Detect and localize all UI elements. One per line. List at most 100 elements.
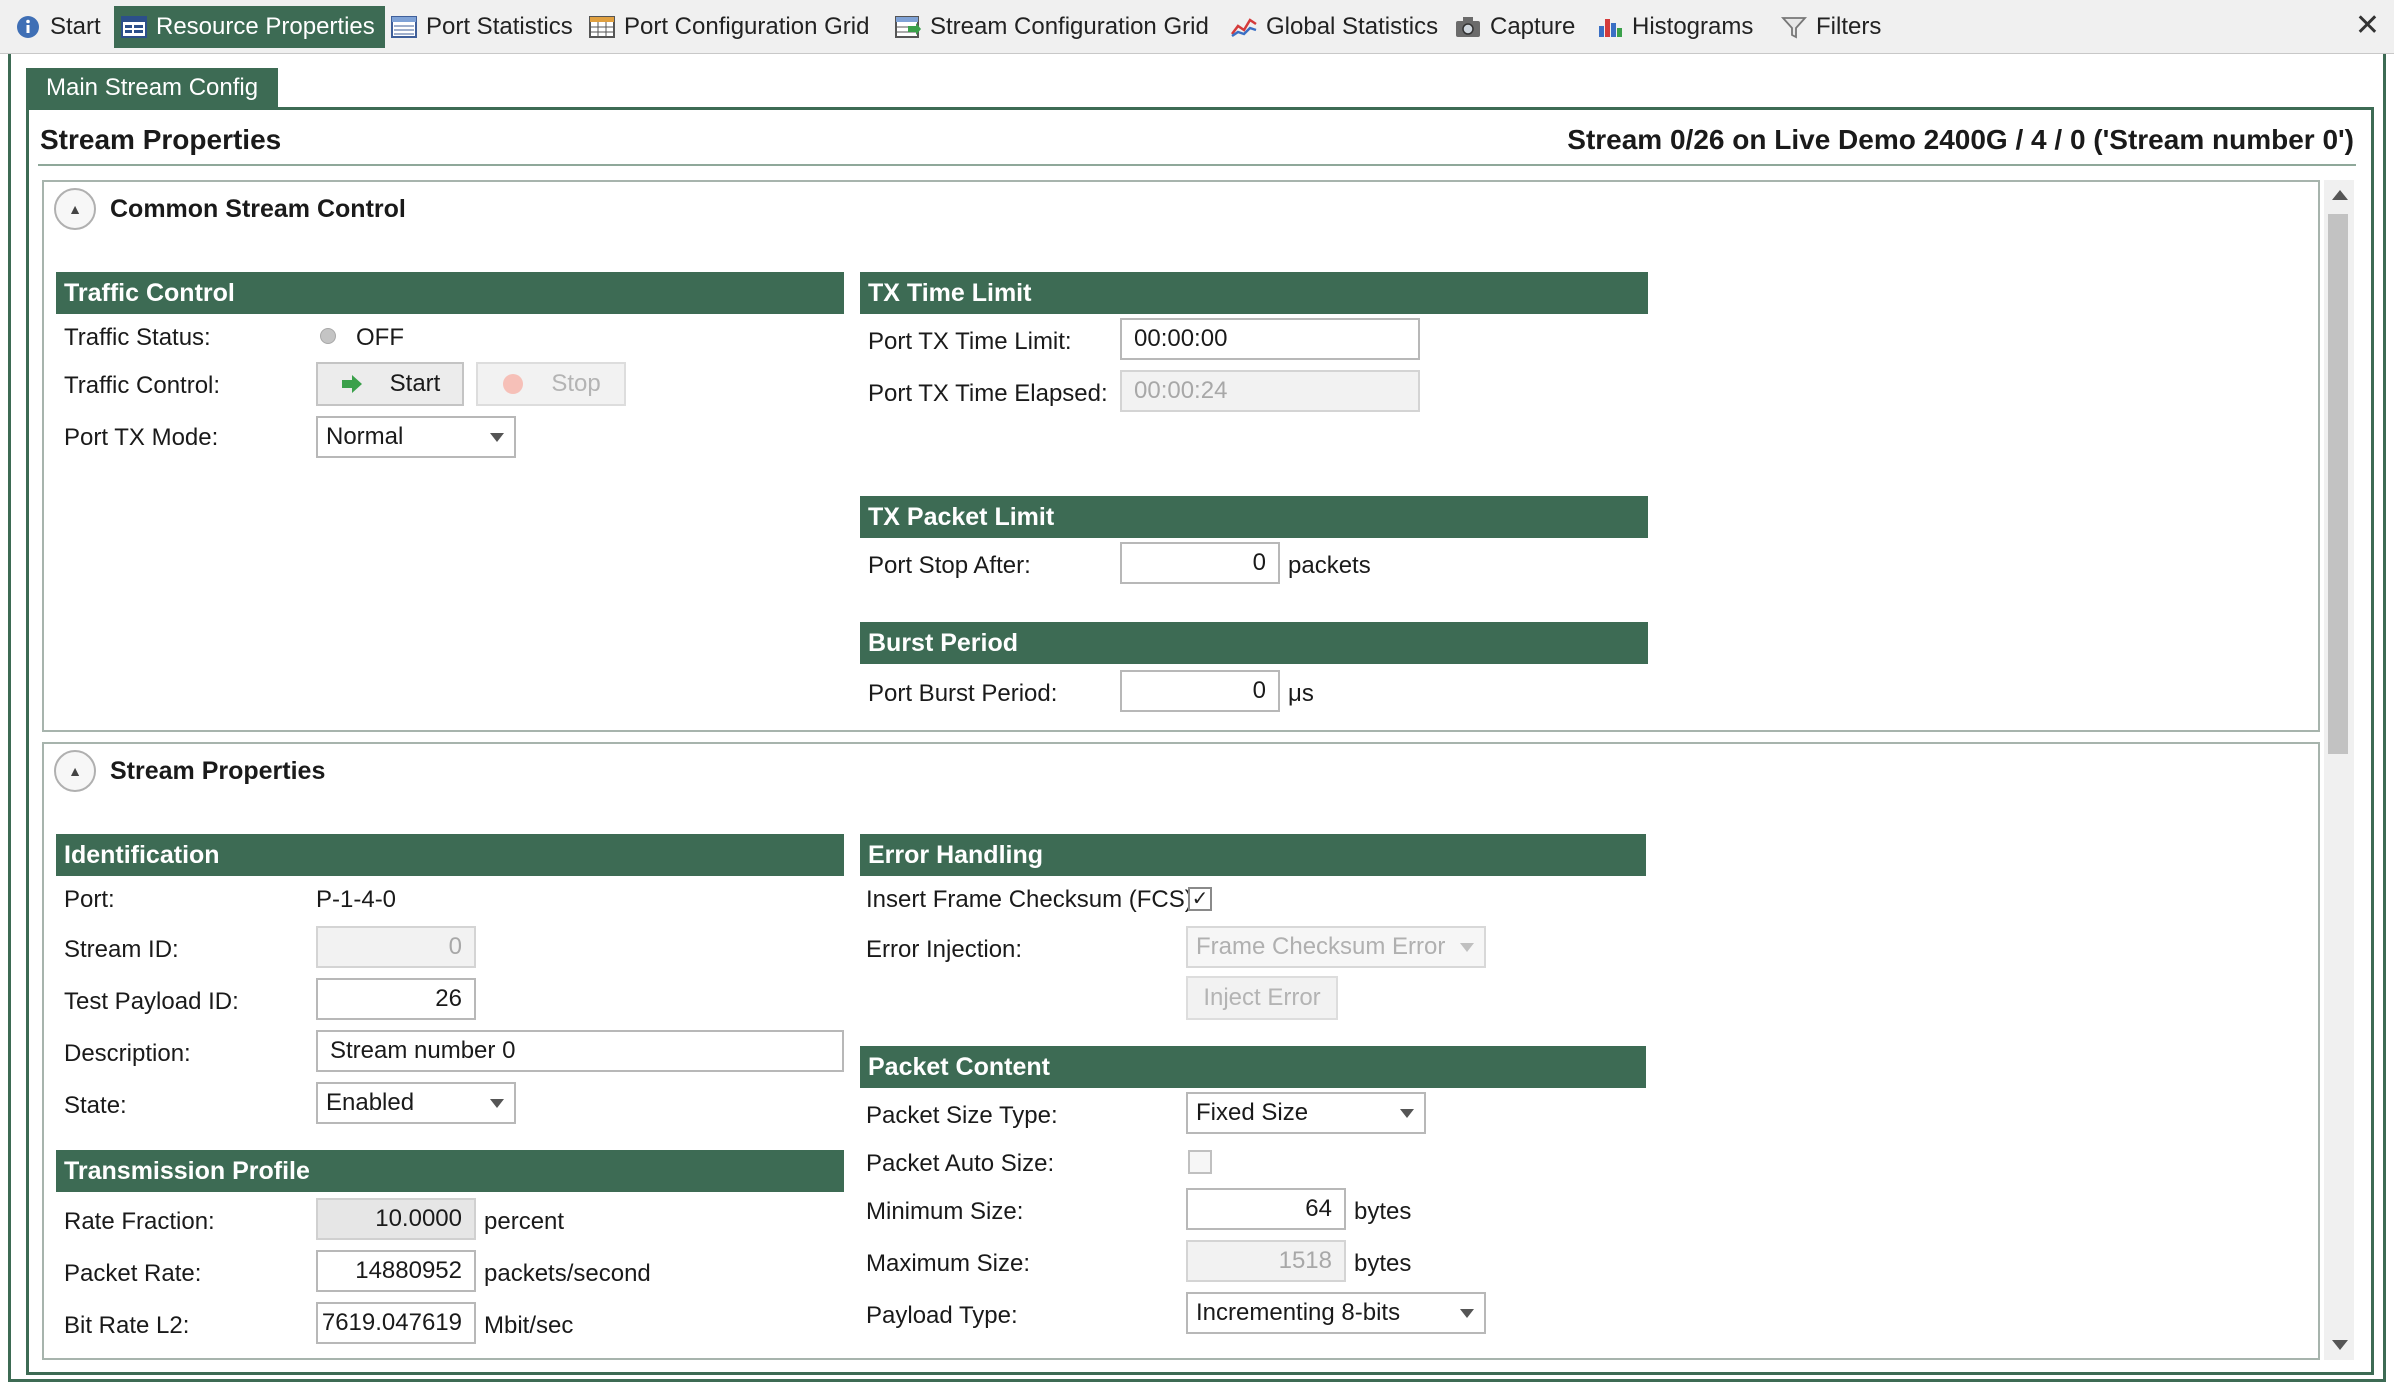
packet-rate-input[interactable]: 14880952	[316, 1250, 476, 1292]
vertical-scrollbar[interactable]	[2324, 180, 2354, 1360]
tab-resource-properties[interactable]: Resource Properties	[114, 6, 385, 48]
properties-icon	[120, 14, 148, 40]
packets-unit: packets	[1288, 552, 1371, 579]
chevron-down-icon	[1460, 943, 1474, 952]
traffic-status-value: OFF	[356, 324, 404, 351]
packet-auto-size-checkbox[interactable]	[1188, 1150, 1212, 1174]
bar-chart-icon	[1596, 14, 1624, 40]
insert-fcs-label: Insert Frame Checksum (FCS):	[866, 886, 1200, 913]
stop-button-label: Stop	[551, 370, 601, 397]
common-stream-control-header: ▲ Common Stream Control	[54, 188, 406, 230]
bit-rate-l2-input[interactable]: 7619.047619	[316, 1302, 476, 1344]
tab-capture[interactable]: Capture	[1448, 6, 1585, 48]
state-select[interactable]: Enabled	[316, 1082, 516, 1124]
packet-size-type-select[interactable]: Fixed Size	[1186, 1092, 1426, 1134]
description-label: Description:	[64, 1040, 191, 1067]
stop-circle-icon	[503, 374, 524, 394]
port-stop-after-input[interactable]: 0	[1120, 542, 1280, 584]
percent-unit: percent	[484, 1208, 565, 1235]
payload-type-label: Payload Type:	[866, 1302, 1018, 1329]
main-tab-bar: Start Resource Properties Port Statistic…	[0, 0, 2394, 54]
tab-main-stream-config[interactable]: Main Stream Config	[26, 68, 279, 108]
maximum-size-label: Maximum Size:	[866, 1250, 1031, 1277]
stop-button[interactable]: Stop	[476, 362, 626, 406]
bytes-unit: bytes	[1354, 1198, 1412, 1225]
play-arrow-icon	[341, 375, 362, 393]
status-indicator-icon	[320, 328, 336, 344]
stream-id-label: Stream ID:	[64, 936, 179, 963]
test-payload-id-label: Test Payload ID:	[64, 988, 239, 1015]
tab-histograms[interactable]: Histograms	[1590, 6, 1763, 48]
port-burst-period-input[interactable]: 0	[1120, 670, 1280, 712]
scroll-up-icon[interactable]	[2332, 190, 2348, 200]
stream-properties-title: Stream Properties	[110, 756, 326, 785]
tab-port-statistics-label: Port Statistics	[426, 13, 573, 40]
tab-start-label: Start	[50, 13, 101, 40]
tab-histograms-label: Histograms	[1632, 13, 1754, 40]
collapse-up-icon[interactable]: ▲	[54, 188, 96, 230]
tab-port-configuration-grid-label: Port Configuration Grid	[624, 13, 870, 40]
camera-icon	[1454, 14, 1482, 40]
tx-packet-limit-header: TX Packet Limit	[860, 496, 1648, 538]
scroll-down-icon[interactable]	[2332, 1340, 2348, 1350]
traffic-control-label: Traffic Control:	[64, 372, 221, 399]
rate-fraction-label: Rate Fraction:	[64, 1208, 215, 1235]
port-stop-after-label: Port Stop After:	[868, 552, 1031, 579]
tab-resource-properties-label: Resource Properties	[156, 13, 375, 40]
payload-type-select[interactable]: Incrementing 8-bits	[1186, 1292, 1486, 1334]
packet-size-type-value: Fixed Size	[1196, 1099, 1309, 1126]
test-payload-id-input[interactable]: 26	[316, 978, 476, 1020]
inject-error-button[interactable]: Inject Error	[1186, 976, 1338, 1020]
stream-identifier: Stream 0/26 on Live Demo 2400G / 4 / 0 (…	[1567, 124, 2354, 155]
error-injection-select[interactable]: Frame Checksum Error	[1186, 926, 1486, 968]
traffic-status-label: Traffic Status:	[64, 324, 211, 351]
tab-filters[interactable]: Filters	[1774, 6, 1891, 48]
minimum-size-label: Minimum Size:	[866, 1198, 1024, 1225]
port-value: P-1-4-0	[316, 886, 397, 913]
start-button-label: Start	[389, 370, 441, 397]
close-icon[interactable]: ✕	[2355, 8, 2380, 43]
table-icon	[390, 14, 418, 40]
grid-arrow-icon	[894, 14, 922, 40]
collapse-up-icon[interactable]: ▲	[54, 750, 96, 792]
port-burst-period-label: Port Burst Period:	[868, 680, 1058, 707]
stream-id-field: 0	[316, 926, 476, 968]
port-tx-mode-select[interactable]: Normal	[316, 416, 516, 458]
start-button[interactable]: Start	[316, 362, 464, 406]
tab-stream-configuration-grid-label: Stream Configuration Grid	[930, 13, 1209, 40]
packet-size-type-label: Packet Size Type:	[866, 1102, 1058, 1129]
description-input[interactable]: Stream number 0	[316, 1030, 844, 1072]
funnel-icon	[1780, 14, 1808, 40]
info-icon	[14, 14, 42, 40]
tab-port-statistics[interactable]: Port Statistics	[384, 6, 583, 48]
port-tx-mode-label: Port TX Mode:	[64, 424, 219, 451]
tab-global-statistics[interactable]: Global Statistics	[1224, 6, 1448, 48]
common-stream-control-title: Common Stream Control	[110, 194, 406, 223]
page-title: Stream Properties	[40, 124, 282, 155]
packets-per-second-unit: packets/second	[484, 1260, 651, 1287]
state-value: Enabled	[326, 1089, 415, 1116]
tab-capture-label: Capture	[1490, 13, 1576, 40]
burst-period-header: Burst Period	[860, 622, 1648, 664]
tx-time-limit-header: TX Time Limit	[860, 272, 1648, 314]
error-injection-value: Frame Checksum Error	[1196, 933, 1446, 960]
check-mark-icon: ✓	[1191, 888, 1209, 910]
scrollbar-thumb[interactable]	[2328, 214, 2348, 754]
tab-start[interactable]: Start	[8, 6, 111, 48]
insert-fcs-checkbox[interactable]: ✓	[1188, 887, 1212, 911]
maximum-size-field: 1518	[1186, 1240, 1346, 1282]
transmission-profile-header: Transmission Profile	[56, 1150, 844, 1192]
bytes-unit: bytes	[1354, 1250, 1412, 1277]
port-tx-time-limit-input[interactable]: 00:00:00	[1120, 318, 1420, 360]
tab-port-configuration-grid[interactable]: Port Configuration Grid	[582, 6, 879, 48]
tab-stream-configuration-grid[interactable]: Stream Configuration Grid	[888, 6, 1219, 48]
packet-content-header: Packet Content	[860, 1046, 1646, 1088]
rate-fraction-input[interactable]: 10.0000	[316, 1198, 476, 1240]
packet-auto-size-label: Packet Auto Size:	[866, 1150, 1055, 1177]
bit-rate-l2-label: Bit Rate L2:	[64, 1312, 190, 1339]
chevron-down-icon	[490, 1099, 504, 1108]
chevron-down-icon	[490, 433, 504, 442]
minimum-size-input[interactable]: 64	[1186, 1188, 1346, 1230]
error-injection-label: Error Injection:	[866, 936, 1023, 963]
identification-header: Identification	[56, 834, 844, 876]
